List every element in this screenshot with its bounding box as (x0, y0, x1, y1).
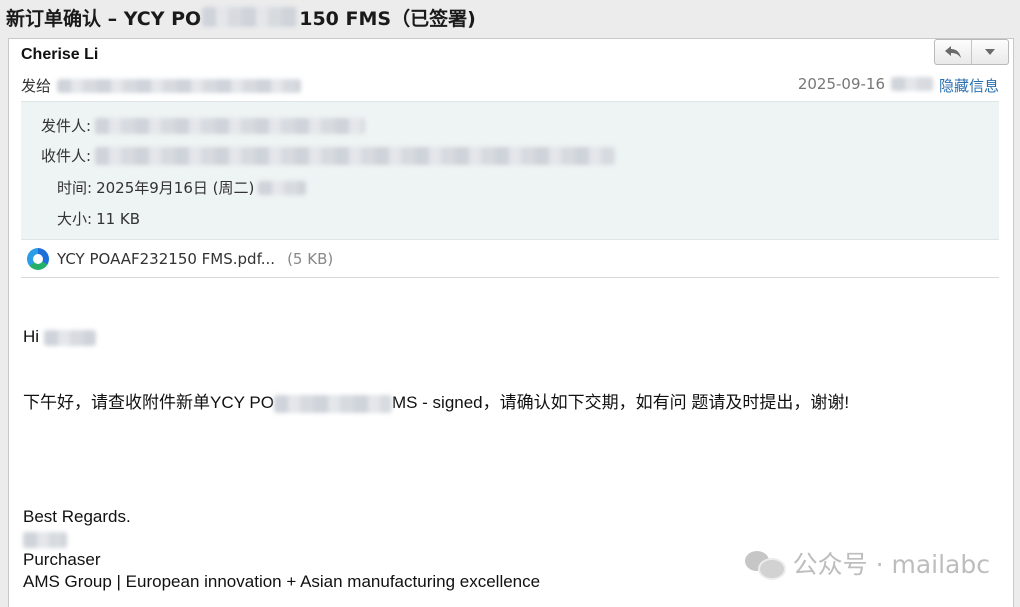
reply-button[interactable] (935, 40, 971, 64)
edge-pdf-icon (27, 248, 49, 270)
subject-prefix: 新订单确认 – YCY PO (6, 7, 202, 30)
redacted-to-addresses (95, 146, 616, 165)
redacted-order-number (273, 394, 392, 413)
attachment-size: (5 KB) (287, 250, 334, 268)
subject-suffix: 150 FMS（已签署) (299, 7, 476, 30)
email-subject: 新订单确认 – YCY PO 150 FMS（已签署) (6, 4, 476, 30)
redacted-po-number (202, 7, 299, 27)
to-row-label: 收件人: (41, 147, 92, 165)
redacted-signature-name (23, 531, 67, 548)
body-message-line: 下午好，请查收附件新单YCY PO MS - signed，请确认如下交期，如有问… (23, 388, 849, 413)
reply-arrow-icon (945, 46, 961, 58)
to-row: 收件人: (41, 145, 616, 166)
from-label: 发件人: (41, 117, 92, 135)
signature-title: Purchaser (23, 550, 101, 569)
body-line-prefix: 下午好，请查收附件新单YCY PO (23, 393, 274, 412)
from-row: 发件人: (41, 115, 366, 136)
redacted-from-address (95, 117, 366, 134)
details-box: 发件人: 收件人: 时间: 2025年9月16日 (周二) 大小: 11 KB (21, 101, 999, 240)
redacted-time (891, 77, 933, 91)
sender-name[interactable]: Cherise Li (21, 46, 98, 64)
time-label: 时间: (57, 179, 93, 197)
message-date: 2025-09-16 (798, 75, 933, 93)
redacted-recipient-name (43, 329, 96, 346)
time-row: 时间: 2025年9月16日 (周二) (57, 177, 307, 198)
wechat-icon (744, 549, 786, 580)
date-text: 2025-09-16 (797, 75, 885, 93)
time-value: 2025年9月16日 (周二) (96, 179, 255, 197)
chevron-down-icon (985, 49, 995, 55)
size-label: 大小: (57, 210, 93, 228)
watermark: 公众号 · mailabc (744, 545, 990, 581)
attachment-name[interactable]: YCY POAAF232150 FMS.pdf... (57, 250, 275, 268)
regards-line: Best Regards. (23, 507, 131, 526)
hide-info-link[interactable]: 隐藏信息 (939, 75, 999, 96)
message-panel: Cherise Li 发给 2025-09-16 隐藏信息 发件人: 收件人: … (8, 38, 1014, 607)
recipient-summary: 发给 (21, 75, 302, 96)
signature-company: AMS Group | European innovation + Asian … (23, 572, 541, 591)
greeting-line: Hi (23, 327, 96, 347)
attachment-row[interactable]: YCY POAAF232150 FMS.pdf... (5 KB) (21, 241, 999, 278)
action-button-group (934, 39, 1009, 65)
body-line-suffix: MS - signed，请确认如下交期，如有问 题请及时提出，谢谢! (391, 393, 850, 412)
more-actions-button[interactable] (971, 40, 1008, 64)
signature-name-line (23, 529, 67, 549)
to-label: 发给 (21, 77, 52, 95)
size-row: 大小: 11 KB (57, 208, 140, 229)
greeting-text: Hi (23, 327, 40, 346)
redacted-time-detail (258, 180, 307, 195)
size-value: 11 KB (96, 209, 141, 228)
watermark-text: 公众号 · mailabc (792, 550, 990, 579)
redacted-recipients (57, 78, 302, 93)
